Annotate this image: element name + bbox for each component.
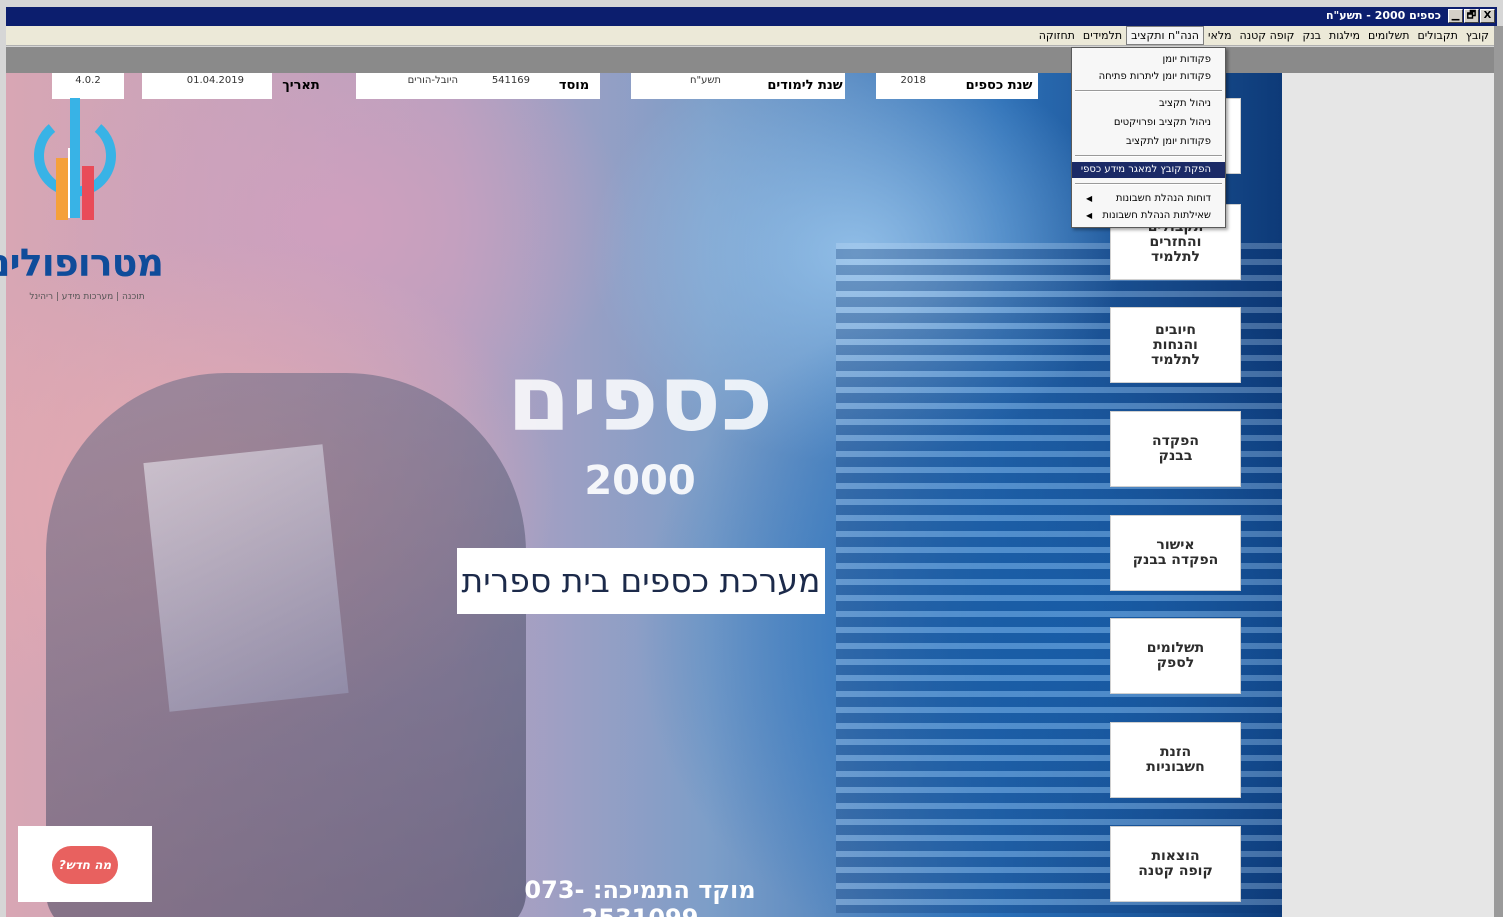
menu-item-opening-balances[interactable]: פקודות יומן ליתרות פתיחה bbox=[1072, 69, 1225, 85]
menu-receipts[interactable]: תקבולים bbox=[1413, 27, 1461, 44]
institution-label: מוסד bbox=[548, 73, 600, 99]
date-label: תאריך bbox=[282, 78, 320, 93]
nav-supplier-payments[interactable]: תשלומים לספק bbox=[1110, 618, 1241, 694]
header-band bbox=[6, 47, 1497, 73]
menu-item-budget-management[interactable]: ניהול תקציב bbox=[1072, 96, 1225, 112]
menu-separator bbox=[1075, 183, 1222, 185]
title-bar: כספים 2000 - תשע"ח ▁ 🗗 X bbox=[6, 7, 1497, 26]
close-icon[interactable]: X bbox=[1480, 9, 1495, 23]
window-shadow bbox=[1494, 26, 1503, 917]
menu-item-label: שאילתות הנהלת חשבונות bbox=[1102, 210, 1211, 221]
menu-inventory[interactable]: מלאי bbox=[1204, 27, 1236, 44]
version-field: 4.0.2 bbox=[52, 73, 124, 99]
app-window: כספים 2000 - תשע"ח ▁ 🗗 X קובץ תקבולים תש… bbox=[0, 0, 1503, 917]
nav-student-charges[interactable]: חיובים והנחות לתלמיד bbox=[1110, 307, 1241, 383]
menu-bank[interactable]: בנק bbox=[1298, 27, 1325, 44]
submenu-arrow-icon: ◀ bbox=[1086, 194, 1093, 203]
nav-petty-cash-expenses[interactable]: הוצאות קופה קטנה bbox=[1110, 826, 1241, 902]
menu-bar: קובץ תקבולים תשלומים מילגות בנק קופה קטנ… bbox=[6, 26, 1497, 46]
window-title: כספים 2000 - תשע"ח bbox=[1326, 9, 1441, 22]
support-phone: מוקד התמיכה: 073-2531099 bbox=[524, 876, 756, 917]
menu-scholarships[interactable]: מילגות bbox=[1325, 27, 1364, 44]
right-empty-panel bbox=[1282, 73, 1494, 917]
nav-bank-deposit[interactable]: הפקדה בבנק bbox=[1110, 411, 1241, 487]
menu-separator bbox=[1075, 155, 1222, 157]
menu-item-journal-entries[interactable]: פקודות יומן bbox=[1072, 52, 1225, 68]
restore-icon[interactable]: 🗗 bbox=[1464, 9, 1479, 23]
menu-separator bbox=[1075, 90, 1222, 92]
date-field: 01.04.2019 bbox=[142, 73, 272, 99]
menu-item-budget-journal[interactable]: פקודות יומן לתקציב bbox=[1072, 134, 1225, 150]
fiscal-year-field: 2018 bbox=[876, 73, 960, 99]
institution-code-field: 541169 bbox=[476, 73, 548, 99]
menu-maintenance[interactable]: תחזוקה bbox=[1035, 27, 1079, 44]
menu-item-export-finance-file[interactable]: הפקת קובץ למאגר מידע כספי bbox=[1072, 162, 1225, 178]
accounting-budget-menu: פקודות יומן פקודות יומן ליתרות פתיחה ניה… bbox=[1071, 47, 1226, 228]
menu-item-budget-projects[interactable]: ניהול תקציב ופרויקטים bbox=[1072, 115, 1225, 131]
menu-students[interactable]: תלמידים bbox=[1079, 27, 1126, 44]
menu-file[interactable]: קובץ bbox=[1462, 27, 1493, 44]
fiscal-year-label: שנת כספים bbox=[960, 73, 1038, 99]
menu-payments[interactable]: תשלומים bbox=[1364, 27, 1414, 44]
menu-accounting-budget[interactable]: הנה"ח ותקציב bbox=[1126, 26, 1204, 45]
product-title: כספים bbox=[506, 345, 774, 452]
submenu-arrow-icon: ◀ bbox=[1086, 211, 1093, 220]
system-subtitle: מערכת כספים בית ספרית bbox=[457, 548, 825, 614]
nav-bank-deposit-approval[interactable]: אישור הפקדה בבנק bbox=[1110, 515, 1241, 591]
minimize-icon[interactable]: ▁ bbox=[1448, 9, 1463, 23]
speech-cloud-icon: מה חדש? bbox=[52, 846, 118, 884]
menu-petty-cash[interactable]: קופה קטנה bbox=[1236, 27, 1299, 44]
metropolinet-logo bbox=[34, 98, 116, 220]
notebook-illustration bbox=[143, 444, 349, 712]
school-name-field: היובל-הורים bbox=[356, 73, 476, 99]
brand-tagline: תוכנה | מערכות מידע | ריהינל bbox=[29, 292, 145, 302]
window-controls: ▁ 🗗 X bbox=[1448, 9, 1495, 23]
menu-item-label: דוחות הנהלת חשבונות bbox=[1115, 193, 1211, 204]
menu-item-accounting-reports[interactable]: דוחות הנהלת חשבונות ◀ bbox=[1072, 191, 1225, 207]
study-year-label: שנת לימודים bbox=[765, 73, 845, 99]
brand-name: מטרופולינט bbox=[0, 241, 164, 285]
menu-item-accounting-queries[interactable]: שאילתות הנהלת חשבונות ◀ bbox=[1072, 208, 1225, 224]
whats-new-button[interactable]: מה חדש? bbox=[18, 826, 152, 902]
study-year-field: תשע"ח bbox=[631, 73, 765, 99]
nav-invoice-entry[interactable]: הזנת חשבוניות bbox=[1110, 722, 1241, 798]
product-year: 2000 bbox=[584, 458, 696, 504]
